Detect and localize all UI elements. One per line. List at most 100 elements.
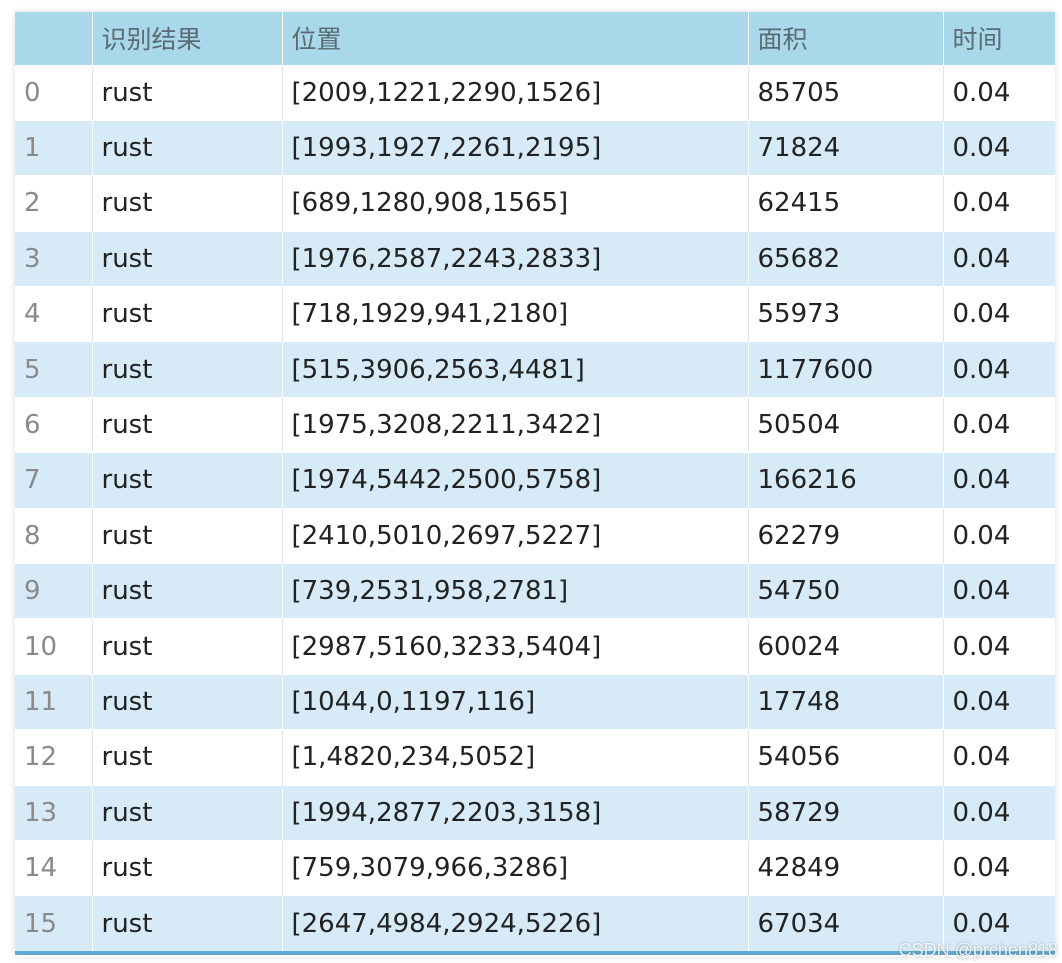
cell-area: 60024 [748, 618, 944, 675]
table-row[interactable]: 0 rust [2009,1221,2290,1526] 85705 0.04 [15, 64, 1055, 121]
cell-index: 1 [15, 119, 93, 176]
cell-result: rust [92, 673, 283, 730]
table-row[interactable]: 12 rust [1,4820,234,5052] 54056 0.04 [15, 729, 1055, 786]
cell-time: 0.04 [943, 286, 1055, 342]
cell-position: [2009,1221,2290,1526] [282, 64, 749, 121]
cell-result: rust [92, 286, 283, 342]
cell-area: 55973 [748, 286, 944, 342]
cell-position: [1,4820,234,5052] [282, 729, 749, 786]
cell-index: 3 [15, 230, 93, 287]
cell-area: 58729 [748, 784, 944, 841]
cell-index: 0 [15, 64, 93, 121]
watermark: CSDN @prchen818 [898, 940, 1058, 960]
table-header: 识别结果 位置 面积 时间 [15, 12, 1055, 65]
table-row[interactable]: 8 rust [2410,5010,2697,5227] 62279 0.04 [15, 507, 1055, 564]
cell-result: rust [92, 175, 283, 232]
cell-position: [1044,0,1197,116] [282, 673, 749, 730]
cell-area: 65682 [748, 230, 944, 287]
cell-area: 166216 [748, 452, 944, 509]
cell-result: rust [92, 341, 283, 398]
cell-result: rust [92, 64, 283, 121]
cell-index: 12 [15, 729, 93, 786]
cell-position: [2410,5010,2697,5227] [282, 507, 749, 564]
cell-result: rust [92, 119, 283, 176]
table-row[interactable]: 1 rust [1993,1927,2261,2195] 71824 0.04 [15, 119, 1055, 176]
cell-position: [718,1929,941,2180] [282, 286, 749, 342]
cell-time: 0.04 [943, 673, 1055, 730]
cell-position: [515,3906,2563,4481] [282, 341, 749, 398]
table-row[interactable]: 3 rust [1976,2587,2243,2833] 65682 0.04 [15, 230, 1055, 287]
cell-time: 0.04 [943, 452, 1055, 509]
table-row[interactable]: 5 rust [515,3906,2563,4481] 1177600 0.04 [15, 341, 1055, 398]
cell-time: 0.04 [943, 175, 1055, 232]
cell-time: 0.04 [943, 396, 1055, 453]
cell-position: [759,3079,966,3286] [282, 839, 749, 896]
cell-index: 15 [15, 895, 93, 952]
cell-index: 13 [15, 784, 93, 841]
header-result[interactable]: 识别结果 [92, 12, 283, 65]
cell-result: rust [92, 507, 283, 564]
cell-time: 0.04 [943, 341, 1055, 398]
table-row[interactable]: 11 rust [1044,0,1197,116] 17748 0.04 [15, 673, 1055, 730]
cell-area: 62415 [748, 175, 944, 232]
table-row[interactable]: 14 rust [759,3079,966,3286] 42849 0.04 [15, 839, 1055, 896]
cell-result: rust [92, 895, 283, 952]
cell-index: 10 [15, 618, 93, 675]
cell-index: 8 [15, 507, 93, 564]
cell-area: 85705 [748, 64, 944, 121]
cell-time: 0.04 [943, 618, 1055, 675]
cell-position: [1975,3208,2211,3422] [282, 396, 749, 453]
header-index[interactable] [15, 12, 93, 65]
header-position[interactable]: 位置 [282, 12, 749, 65]
table-body: 0 rust [2009,1221,2290,1526] 85705 0.04 1 rust… [15, 64, 1055, 952]
header-area[interactable]: 面积 [748, 12, 944, 65]
cell-result: rust [92, 230, 283, 287]
cell-index: 7 [15, 452, 93, 509]
cell-result: rust [92, 618, 283, 675]
cell-result: rust [92, 784, 283, 841]
cell-time: 0.04 [943, 507, 1055, 564]
cell-area: 42849 [748, 839, 944, 896]
cell-index: 11 [15, 673, 93, 730]
table-row[interactable]: 2 rust [689,1280,908,1565] 62415 0.04 [15, 175, 1055, 232]
cell-index: 5 [15, 341, 93, 398]
cell-result: rust [92, 452, 283, 509]
cell-time: 0.04 [943, 729, 1055, 786]
results-table-panel: 识别结果 位置 面积 时间 0 rust [2009,1221,2290,1526]… [15, 12, 1055, 957]
table-row[interactable]: 6 rust [1975,3208,2211,3422] 50504 0.04 [15, 396, 1055, 453]
cell-index: 2 [15, 175, 93, 232]
cell-time: 0.04 [943, 230, 1055, 287]
cell-area: 50504 [748, 396, 944, 453]
cell-area: 1177600 [748, 341, 944, 398]
table-row[interactable]: 4 rust [718,1929,941,2180] 55973 0.04 [15, 286, 1055, 342]
cell-position: [739,2531,958,2781] [282, 563, 749, 619]
table-row[interactable]: 13 rust [1994,2877,2203,3158] 58729 0.04 [15, 784, 1055, 841]
cell-result: rust [92, 729, 283, 786]
cell-area: 71824 [748, 119, 944, 176]
cell-index: 4 [15, 286, 93, 342]
table-row[interactable]: 9 rust [739,2531,958,2781] 54750 0.04 [15, 563, 1055, 619]
header-time[interactable]: 时间 [943, 12, 1055, 65]
cell-position: [689,1280,908,1565] [282, 175, 749, 232]
header-row: 识别结果 位置 面积 时间 [15, 12, 1055, 65]
cell-position: [1994,2877,2203,3158] [282, 784, 749, 841]
cell-time: 0.04 [943, 784, 1055, 841]
table-row[interactable]: 7 rust [1974,5442,2500,5758] 166216 0.04 [15, 452, 1055, 509]
table-row[interactable]: 10 rust [2987,5160,3233,5404] 60024 0.04 [15, 618, 1055, 675]
results-table: 识别结果 位置 面积 时间 0 rust [2009,1221,2290,1526]… [15, 12, 1055, 952]
cell-time: 0.04 [943, 119, 1055, 176]
cell-area: 62279 [748, 507, 944, 564]
cell-position: [1993,1927,2261,2195] [282, 119, 749, 176]
cell-result: rust [92, 839, 283, 896]
cell-position: [2987,5160,3233,5404] [282, 618, 749, 675]
cell-position: [1976,2587,2243,2833] [282, 230, 749, 287]
cell-time: 0.04 [943, 563, 1055, 619]
cell-index: 6 [15, 396, 93, 453]
cell-time: 0.04 [943, 64, 1055, 121]
cell-area: 17748 [748, 673, 944, 730]
cell-area: 54056 [748, 729, 944, 786]
cell-result: rust [92, 396, 283, 453]
cell-result: rust [92, 563, 283, 619]
cell-position: [2647,4984,2924,5226] [282, 895, 749, 952]
cell-position: [1974,5442,2500,5758] [282, 452, 749, 509]
